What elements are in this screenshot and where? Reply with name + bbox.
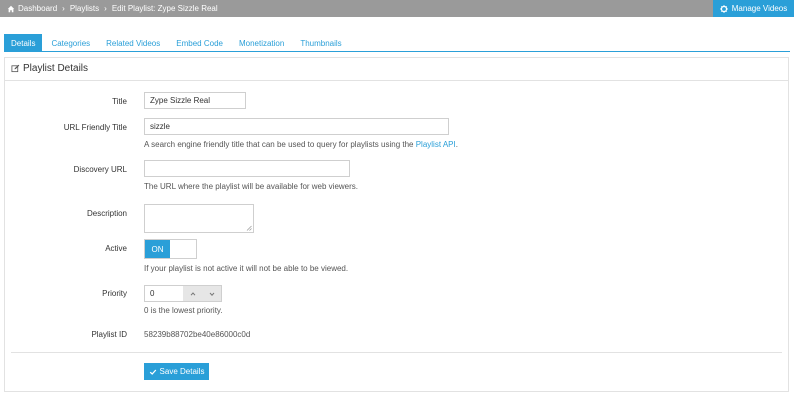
title-input[interactable]: Zype Sizzle Real <box>144 92 246 109</box>
tab-monetization[interactable]: Monetization <box>232 34 291 52</box>
description-textarea[interactable] <box>144 204 254 233</box>
chevron-down-icon[interactable] <box>208 290 216 298</box>
check-icon <box>149 369 156 375</box>
breadcrumb-playlists[interactable]: Playlists <box>70 4 99 13</box>
discovery-url-label: Discovery URL <box>73 165 127 174</box>
priority-help: 0 is the lowest priority. <box>144 306 223 315</box>
url-title-help: A search engine friendly title that can … <box>144 140 458 149</box>
manage-videos-label: Manage Videos <box>731 4 788 13</box>
priority-value[interactable]: 0 <box>145 286 183 301</box>
title-label: Title <box>112 97 127 106</box>
priority-label: Priority <box>102 289 127 298</box>
url-title-help-suffix: . <box>455 140 458 149</box>
panel-title: Playlist Details <box>11 63 88 74</box>
tab-categories[interactable]: Categories <box>44 34 97 52</box>
playlist-details-panel: Playlist Details Title Zype Sizzle Real … <box>4 57 789 392</box>
discovery-url-help: The URL where the playlist will be avail… <box>144 182 359 191</box>
home-icon <box>7 5 15 12</box>
chevron-up-icon[interactable] <box>189 290 197 298</box>
priority-arrows <box>183 286 221 301</box>
footer-divider <box>11 352 782 353</box>
breadcrumb-separator: › <box>104 4 107 13</box>
playlist-id-value: 58239b88702be40e86000c0d <box>144 330 251 339</box>
resize-handle-icon[interactable] <box>246 225 252 231</box>
save-details-button[interactable]: Save Details <box>144 363 209 380</box>
active-toggle[interactable]: ON <box>144 239 197 259</box>
tab-related-videos[interactable]: Related Videos <box>99 34 167 52</box>
breadcrumb: Dashboard › Playlists › Edit Playlist: Z… <box>7 0 218 17</box>
description-label: Description <box>86 209 127 218</box>
active-toggle-on: ON <box>145 240 170 258</box>
breadcrumb-dashboard[interactable]: Dashboard <box>18 4 57 13</box>
url-title-help-text: A search engine friendly title that can … <box>144 140 416 149</box>
active-label: Active <box>105 244 127 253</box>
breadcrumb-separator: › <box>62 4 65 13</box>
playlist-id-label: Playlist ID <box>91 330 127 339</box>
gear-icon <box>720 4 728 13</box>
active-help: If your playlist is not active it will n… <box>144 264 349 273</box>
tab-bar: Details Categories Related Videos Embed … <box>4 34 790 52</box>
panel-title-text: Playlist Details <box>23 63 89 74</box>
discovery-url-input[interactable] <box>144 160 350 177</box>
tab-details[interactable]: Details <box>4 34 43 52</box>
save-details-label: Save Details <box>159 367 205 376</box>
top-bar: Dashboard › Playlists › Edit Playlist: Z… <box>0 0 794 17</box>
edit-icon <box>11 64 20 73</box>
tab-thumbnails[interactable]: Thumbnails <box>293 34 348 52</box>
breadcrumb-current: Edit Playlist: Zype Sizzle Real <box>111 4 218 13</box>
url-title-label: URL Friendly Title <box>63 123 127 132</box>
url-title-input[interactable]: sizzle <box>144 118 449 135</box>
priority-stepper[interactable]: 0 <box>144 285 222 302</box>
panel-divider <box>5 80 788 81</box>
playlist-api-link[interactable]: Playlist API <box>416 140 456 149</box>
tab-embed-code[interactable]: Embed Code <box>169 34 230 52</box>
manage-videos-button[interactable]: Manage Videos <box>713 0 794 17</box>
